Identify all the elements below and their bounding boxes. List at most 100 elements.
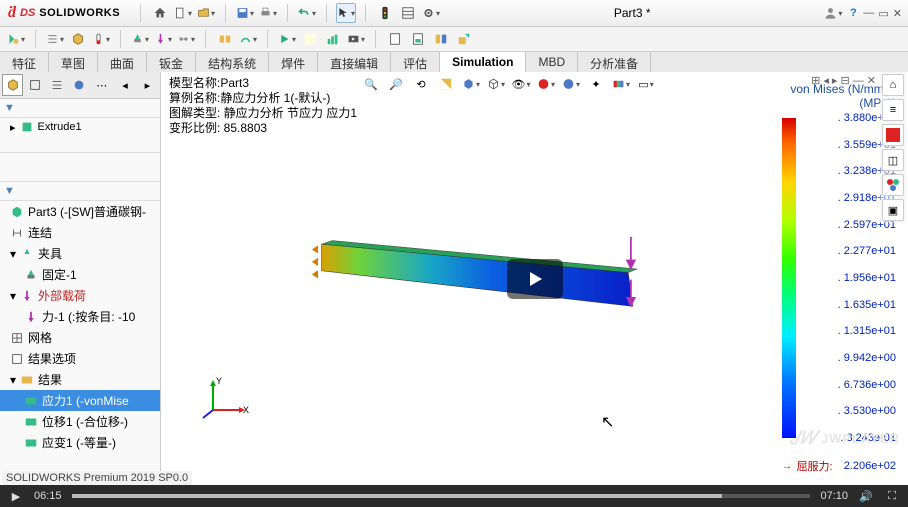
- color-legend: von Mises (N/mm^2 (MPa)) . 3.880e+01. 3.…: [756, 82, 896, 120]
- hu-home-icon[interactable]: ⌂: [882, 74, 904, 96]
- volume-button[interactable]: 🔊: [858, 490, 874, 503]
- tree-loads[interactable]: ▾ 外部载荷: [0, 285, 160, 306]
- hu-colors-icon[interactable]: [882, 124, 904, 146]
- minimize-btn[interactable]: —: [863, 7, 874, 20]
- fm-tab-more[interactable]: ⋯: [91, 74, 112, 96]
- shell-icon[interactable]: ▾: [238, 29, 258, 49]
- connection-icon[interactable]: ▾: [176, 29, 196, 49]
- export-icon[interactable]: [454, 29, 474, 49]
- cmdtab-草图[interactable]: 草图: [49, 52, 98, 74]
- maximize-btn[interactable]: ▭: [878, 7, 888, 20]
- graphics-viewport[interactable]: ⊞ ◂ ▸ ⊟ — ✕ 模型名称:Part3 算例名称:静应力分析 1(-默认-…: [161, 72, 908, 485]
- zoom-area-icon[interactable]: 🔎: [386, 74, 406, 94]
- fm-tab-prop[interactable]: [47, 74, 68, 96]
- funnel-icon[interactable]: ▼: [4, 102, 15, 114]
- cmdtab-结构系统[interactable]: 结构系统: [196, 52, 269, 74]
- thermo-icon[interactable]: ▾: [91, 29, 111, 49]
- help-icon[interactable]: ?: [843, 3, 863, 23]
- run-icon[interactable]: ▾: [277, 29, 297, 49]
- status-bar: SOLIDWORKS Premium 2019 SP0.0: [2, 471, 192, 485]
- report2-icon[interactable]: [408, 29, 428, 49]
- plot-settings-icon[interactable]: ▾: [611, 74, 631, 94]
- print-icon[interactable]: ▾: [258, 3, 278, 23]
- close-btn[interactable]: ✕: [893, 7, 902, 20]
- play-button[interactable]: ▶: [8, 490, 24, 503]
- cube-icon[interactable]: [68, 29, 88, 49]
- view-orient-icon[interactable]: ▾: [486, 74, 506, 94]
- cmdtab-焊件[interactable]: 焊件: [269, 52, 318, 74]
- section-icon[interactable]: [436, 74, 456, 94]
- funnel-icon-2[interactable]: ▼: [4, 185, 15, 197]
- new-doc-icon[interactable]: ▾: [173, 3, 193, 23]
- tree-fixed[interactable]: 固定-1: [0, 264, 160, 285]
- select-icon[interactable]: ▾: [336, 3, 356, 23]
- hu-appearance-icon[interactable]: ▣: [882, 199, 904, 221]
- report1-icon[interactable]: [385, 29, 405, 49]
- fixture-icon[interactable]: ▾: [130, 29, 150, 49]
- appearance-icon[interactable]: ▾: [536, 74, 556, 94]
- cmdtab-曲面[interactable]: 曲面: [98, 52, 147, 74]
- home-icon[interactable]: [150, 3, 170, 23]
- app-logo: ḋ DS SOLIDWORKS: [8, 4, 120, 22]
- tree-results[interactable]: ▾ 结果: [0, 369, 160, 390]
- undo-icon[interactable]: ▾: [297, 3, 317, 23]
- open-icon[interactable]: ▾: [196, 3, 216, 23]
- tree-force[interactable]: 力-1 (:按条目: -10: [0, 306, 160, 327]
- fm-tab-feature[interactable]: [2, 74, 23, 96]
- tree-fixtures[interactable]: ▾ 夹具: [0, 243, 160, 264]
- gear-icon[interactable]: ▾: [421, 3, 441, 23]
- tree-mesh[interactable]: 网格: [0, 327, 160, 348]
- legend-value: . 6.736e+00: [804, 379, 896, 391]
- list-icon[interactable]: ▾: [45, 29, 65, 49]
- tree-part[interactable]: Part3 (-[SW]普通碳钢-: [0, 201, 160, 222]
- force-icon[interactable]: ▾: [153, 29, 173, 49]
- fm-nav-right[interactable]: ▸: [137, 74, 158, 96]
- tree-strain[interactable]: 应变1 (-等量-): [0, 432, 160, 453]
- cmdtab-评估[interactable]: 评估: [391, 52, 440, 74]
- cmdtab-钣金[interactable]: 钣金: [147, 52, 196, 74]
- seek-bar[interactable]: [72, 494, 811, 498]
- document-title: Part3 *: [441, 6, 823, 20]
- hide-show-icon[interactable]: 👁▾: [511, 74, 531, 94]
- scene-icon[interactable]: ▾: [561, 74, 581, 94]
- play-overlay[interactable]: [507, 259, 563, 299]
- viewport-layout-icon[interactable]: ▭▾: [636, 74, 656, 94]
- tree-extrude[interactable]: ▸ Extrude1: [0, 118, 160, 136]
- video-player-bar: ▶ 06:15 07:10 🔊 ⛶: [0, 485, 908, 507]
- cmdtab-直接编辑[interactable]: 直接编辑: [318, 52, 391, 74]
- zoom-fit-icon[interactable]: 🔍: [361, 74, 381, 94]
- hu-palette-icon[interactable]: [882, 174, 904, 196]
- fullscreen-button[interactable]: ⛶: [884, 490, 900, 503]
- time-total: 07:10: [820, 490, 848, 502]
- rotate-icon[interactable]: ⟲: [411, 74, 431, 94]
- tree-options[interactable]: 结果选项: [0, 348, 160, 369]
- svg-text:Y: Y: [216, 376, 222, 386]
- legend-value: . 3.530e+00: [804, 405, 896, 417]
- results2-icon[interactable]: [323, 29, 343, 49]
- cmdtab-Simulation[interactable]: Simulation: [440, 52, 526, 74]
- compare-icon[interactable]: [431, 29, 451, 49]
- save-icon[interactable]: ▾: [235, 3, 255, 23]
- traffic-icon[interactable]: [375, 3, 395, 23]
- render-icon[interactable]: ✦: [586, 74, 606, 94]
- tree-stress[interactable]: 应力1 (-vonMise: [0, 390, 160, 411]
- fm-tab-config[interactable]: [24, 74, 45, 96]
- results1-icon[interactable]: [300, 29, 320, 49]
- tree-disp[interactable]: 位移1 (-合位移-): [0, 411, 160, 432]
- fm-tab-disp[interactable]: [69, 74, 90, 96]
- contact-icon[interactable]: [215, 29, 235, 49]
- fm-nav-left[interactable]: ◂: [114, 74, 135, 96]
- user-icon[interactable]: ▾: [823, 3, 843, 23]
- display-style-icon[interactable]: ▾: [461, 74, 481, 94]
- tree-connections[interactable]: 连结: [0, 222, 160, 243]
- anim-icon[interactable]: ▾: [346, 29, 366, 49]
- cmdtab-MBD[interactable]: MBD: [526, 52, 578, 74]
- sim-new-icon[interactable]: ▾: [6, 29, 26, 49]
- cmdtab-分析准备[interactable]: 分析准备: [578, 52, 651, 74]
- hu-layers-icon[interactable]: ≡: [882, 99, 904, 121]
- legend-value: . 9.942e+00: [804, 352, 896, 364]
- cursor-icon: ↖: [601, 412, 614, 432]
- layers-icon[interactable]: [398, 3, 418, 23]
- cmdtab-特征[interactable]: 特征: [0, 52, 49, 74]
- hu-view-icon[interactable]: ◫: [882, 149, 904, 171]
